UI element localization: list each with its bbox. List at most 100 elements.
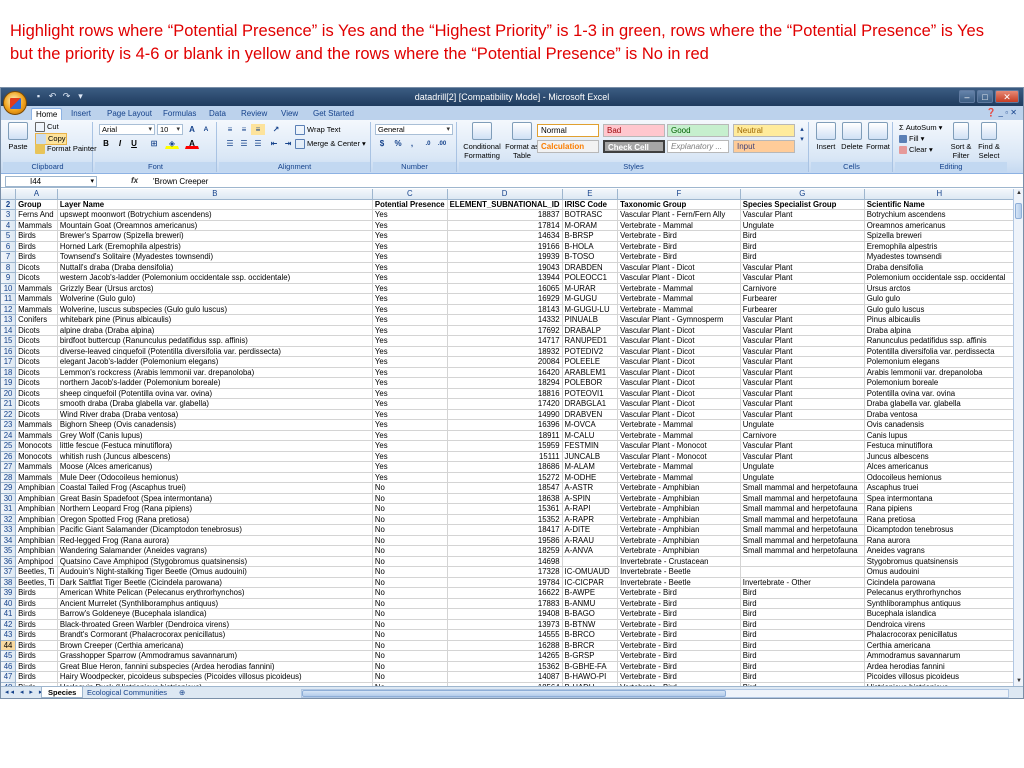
row-header[interactable]: 45: [1, 650, 17, 662]
cell[interactable]: No: [372, 503, 448, 515]
format-painter-button[interactable]: Format Painter: [35, 144, 97, 155]
style-input[interactable]: Input: [733, 140, 795, 153]
cell[interactable]: M-OVCA: [562, 419, 619, 431]
cell[interactable]: Invertebrate - Beetle: [617, 566, 741, 578]
cell[interactable]: Ardea herodias fannini: [864, 661, 1015, 672]
cell[interactable]: Mule Deer (Odocoileus hemionus): [57, 472, 373, 483]
cell[interactable]: No: [372, 671, 448, 683]
comma-button[interactable]: ,: [405, 138, 419, 149]
cell[interactable]: smooth draba (Draba glabella var. glabel…: [57, 398, 373, 410]
row-header[interactable]: 12: [1, 304, 17, 315]
fx-icon[interactable]: fx: [131, 176, 138, 185]
cell[interactable]: Vertebrate - Bird: [617, 251, 741, 263]
cell[interactable]: Stygobromus quatsinensis: [864, 556, 1015, 567]
row-header[interactable]: 16: [1, 346, 17, 357]
cell[interactable]: Yes: [372, 314, 448, 326]
increase-decimal-button[interactable]: .0: [421, 138, 435, 149]
cell[interactable]: Ovis canadensis: [864, 419, 1015, 431]
row-header[interactable]: 28: [1, 472, 17, 483]
cell[interactable]: Monocots: [15, 440, 58, 452]
cell[interactable]: Yes: [372, 398, 448, 410]
row-header[interactable]: 3: [1, 209, 17, 221]
cell[interactable]: A-RAAU: [562, 535, 619, 546]
cell[interactable]: Polemonium occidentale ssp. occidental: [864, 272, 1015, 284]
cell[interactable]: Carnivore: [740, 430, 865, 441]
cell[interactable]: Furbearer: [740, 293, 865, 305]
cell[interactable]: Vascular Plant - Dicot: [617, 367, 741, 378]
cell[interactable]: Canis lupus: [864, 430, 1015, 441]
cell[interactable]: Small mammal and herpetofauna: [740, 514, 865, 525]
cell[interactable]: Ranunculus pedatifidus ssp. affinis: [864, 335, 1015, 347]
tab-page-layout[interactable]: Page Layout: [103, 108, 156, 120]
cell[interactable]: FESTMIN: [562, 440, 619, 452]
fill-color-icon[interactable]: ◈: [165, 138, 179, 149]
cell[interactable]: Vascular Plant: [740, 398, 865, 410]
cell[interactable]: Mammals: [15, 293, 58, 305]
font-name-select[interactable]: Arial: [99, 124, 155, 135]
cell[interactable]: Yes: [372, 409, 448, 420]
cell[interactable]: No: [372, 650, 448, 662]
row-header[interactable]: 6: [1, 241, 17, 252]
cell[interactable]: Potentilla diversifolia var. perdissecta: [864, 346, 1015, 357]
cell[interactable]: ELEMENT_SUBNATIONAL_ID: [447, 199, 563, 210]
row-header[interactable]: 33: [1, 524, 17, 536]
cell[interactable]: Dicots: [15, 325, 58, 336]
row-header[interactable]: 32: [1, 514, 17, 525]
row-header[interactable]: 36: [1, 556, 17, 567]
row-header[interactable]: 2: [1, 199, 17, 210]
cell[interactable]: Ascaphus truei: [864, 482, 1015, 494]
cell[interactable]: Juncus albescens: [864, 451, 1015, 462]
cell[interactable]: 14717: [447, 335, 563, 347]
cell[interactable]: DRABVEN: [562, 409, 619, 420]
cell[interactable]: 17692: [447, 325, 563, 336]
cell[interactable]: Vascular Plant - Dicot: [617, 325, 741, 336]
maximize-button[interactable]: □: [977, 90, 993, 103]
cell[interactable]: B-BRCO: [562, 629, 619, 641]
cell[interactable]: 15362: [447, 661, 563, 672]
cell[interactable]: 14332: [447, 314, 563, 326]
cell[interactable]: Vascular Plant - Dicot: [617, 377, 741, 389]
cell[interactable]: 19939: [447, 251, 563, 263]
row-header[interactable]: 19: [1, 377, 17, 389]
cell[interactable]: No: [372, 514, 448, 525]
cell[interactable]: Dicots: [15, 398, 58, 410]
cell[interactable]: Small mammal and herpetofauna: [740, 503, 865, 515]
cell[interactable]: Amphibian: [15, 545, 58, 557]
cell[interactable]: Vascular Plant - Dicot: [617, 409, 741, 420]
cell[interactable]: whitish rush (Juncus albescens): [57, 451, 373, 462]
cell[interactable]: DRABGLA1: [562, 398, 619, 410]
cell[interactable]: No: [372, 608, 448, 620]
cell[interactable]: Vascular Plant: [740, 262, 865, 273]
cell[interactable]: Vascular Plant: [740, 272, 865, 284]
cell[interactable]: 18143: [447, 304, 563, 315]
cell[interactable]: Northern Leopard Frog (Rana pipiens): [57, 503, 373, 515]
cell[interactable]: 14555: [447, 629, 563, 641]
cell[interactable]: Vertebrate - Amphibian: [617, 545, 741, 557]
cell[interactable]: Beetles, Ti: [15, 566, 58, 578]
cell[interactable]: Yes: [372, 451, 448, 462]
cell[interactable]: whitebark pine (Pinus albicaulis): [57, 314, 373, 326]
cell[interactable]: Yes: [372, 220, 448, 231]
cut-button[interactable]: Cut: [35, 122, 59, 133]
cell[interactable]: Barrow's Goldeneye (Bucephala islandica): [57, 608, 373, 620]
row-header[interactable]: 20: [1, 388, 17, 399]
cell[interactable]: Amphipod: [15, 556, 58, 567]
cell[interactable]: Vertebrate - Bird: [617, 629, 741, 641]
cell[interactable]: Vertebrate - Mammal: [617, 419, 741, 431]
cell[interactable]: Vertebrate - Bird: [617, 661, 741, 672]
cell[interactable]: 16622: [447, 587, 563, 599]
cell[interactable]: birdfoot buttercup (Ranunculus pedatifid…: [57, 335, 373, 347]
cell[interactable]: Bird: [740, 587, 865, 599]
cell[interactable]: Ursus arctos: [864, 283, 1015, 294]
hscroll-thumb[interactable]: [302, 690, 726, 697]
cell[interactable]: Vertebrate - Mammal: [617, 283, 741, 294]
spreadsheet-grid[interactable]: A B C D E F G H 2 Group Layer Name Poten…: [1, 189, 1015, 686]
cell[interactable]: Yes: [372, 388, 448, 399]
cell[interactable]: Draba densifolia: [864, 262, 1015, 273]
style-explanatory[interactable]: Explanatory ...: [667, 140, 729, 153]
cell[interactable]: IC-OMUAUD: [562, 566, 619, 578]
cell[interactable]: Mammals: [15, 283, 58, 294]
cell[interactable]: Yes: [372, 272, 448, 284]
cell[interactable]: M-GUGU: [562, 293, 619, 305]
cell[interactable]: No: [372, 482, 448, 494]
